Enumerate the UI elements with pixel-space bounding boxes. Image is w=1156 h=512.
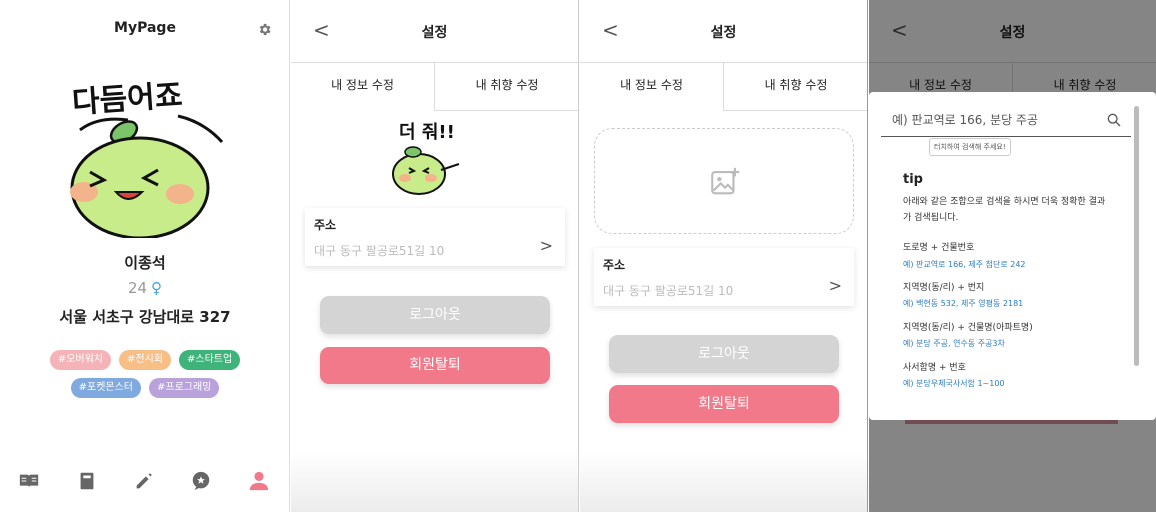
settings-tabs: 내 정보 수정 내 취향 수정: [580, 62, 867, 111]
tab-edit-preference[interactable]: 내 취향 수정: [435, 63, 578, 111]
image-upload-area[interactable]: [594, 128, 854, 234]
scrollbar-thumb[interactable]: [1134, 106, 1139, 366]
address-value: 대구 동구 팔공로51길 10: [603, 284, 734, 298]
search-icon[interactable]: [1106, 112, 1122, 128]
tip-row-example: 예) 판교역로 166, 제주 첨단로 242: [903, 260, 1026, 269]
address-search-modal: 예) 판교역로 166, 분당 주공 터치하여 검색해 주세요! tip 아래와…: [869, 92, 1156, 420]
address-label: 주소: [603, 258, 626, 272]
bottom-nav: [0, 470, 289, 492]
address-row[interactable]: 주소 대구 동구 팔공로51길 10 >: [594, 248, 854, 306]
address-row[interactable]: 주소 대구 동구 팔공로51길 10 >: [305, 208, 565, 266]
page-title: 설정: [421, 25, 448, 41]
chat-icon[interactable]: [190, 470, 212, 492]
age-value: 24: [127, 279, 148, 297]
user-address: 서울 서초구 강남대로 327: [59, 308, 231, 326]
person-icon[interactable]: [248, 470, 270, 492]
settings-tabs: 내 정보 수정 내 취향 수정: [291, 62, 578, 111]
settings-screen-empty: < 설정 내 정보 수정 내 취향 수정 주소 대구 동구 팔공로51길 10 …: [580, 0, 868, 512]
tip-row-example: 예) 분당우체국사서함 1~100: [903, 379, 1005, 388]
settings-screen-sticker: < 설정 내 정보 수정 내 취향 수정 더 줘!! 주소 대구 동구 팔공로5…: [291, 0, 579, 512]
chevron-right-icon: >: [539, 236, 553, 255]
female-icon: ♀: [151, 279, 163, 297]
search-input[interactable]: 예) 판교역로 166, 분당 주공: [892, 111, 1038, 128]
logout-button[interactable]: 로그아웃: [609, 335, 839, 373]
bottom-fade: [580, 452, 867, 512]
tip-row-heading: 사서함명 + 번호: [903, 363, 966, 373]
mypage-screen: MyPage 다듬어죠 이종석 24 ♀ 서울 서초구 강남대로 327 #오버…: [0, 0, 290, 512]
tab-edit-info[interactable]: 내 정보 수정: [291, 63, 435, 111]
page-title: 설정: [710, 25, 737, 41]
tab-edit-info[interactable]: 내 정보 수정: [580, 63, 724, 111]
tip-row-heading: 도로명 + 건물번호: [903, 243, 975, 253]
tip-row-heading: 지역명(동/리) + 건물명(아파트명): [903, 323, 1033, 333]
tag-chip[interactable]: #포켓몬스터: [70, 378, 141, 398]
withdraw-button[interactable]: 회원탈퇴: [609, 385, 839, 423]
avatar-sticker-text: 다듬어죠: [71, 78, 184, 121]
user-age: 24 ♀: [0, 279, 289, 297]
tip-row-heading: 지역명(동/리) + 번지: [903, 283, 985, 293]
sticker-text: 더 줘!!: [399, 122, 455, 143]
add-image-icon: [708, 165, 742, 199]
tag-chip[interactable]: #전시회: [119, 350, 171, 370]
page-title: MyPage: [114, 20, 176, 36]
settings-screen-search: < 설정 내 정보 수정 내 취향 수정 예) 판교역로 166, 분당 주공 …: [869, 0, 1156, 512]
search-tooltip: 터치하여 검색해 주세요!: [929, 138, 1011, 156]
bottom-fade: [291, 452, 578, 512]
tag-chip[interactable]: #스타트업: [178, 350, 241, 370]
tab-edit-preference[interactable]: 내 취향 수정: [724, 63, 867, 111]
tag-chip[interactable]: #프로그래밍: [149, 378, 220, 398]
interest-tags: #오버워치 #전시회 #스타트업 #포켓몬스터 #프로그래밍: [30, 350, 260, 398]
book-icon[interactable]: [76, 470, 98, 492]
book-open-icon[interactable]: [18, 470, 40, 492]
logout-button[interactable]: 로그아웃: [320, 296, 550, 334]
tip-row-example: 예) 백현동 532, 제주 영평동 2181: [903, 299, 1024, 308]
search-underline: [881, 136, 1131, 137]
avatar: 다듬어죠: [60, 68, 230, 240]
tip-title: tip: [903, 172, 923, 187]
withdraw-button[interactable]: 회원탈퇴: [320, 347, 550, 384]
chevron-right-icon: >: [828, 276, 842, 295]
pencil-icon[interactable]: [133, 470, 155, 492]
address-label: 주소: [314, 218, 337, 232]
tag-chip[interactable]: #오버워치: [49, 350, 111, 370]
gear-icon[interactable]: [257, 22, 272, 37]
screens: MyPage 다듬어죠 이종석 24 ♀ 서울 서초구 강남대로 327 #오버…: [0, 0, 1156, 512]
modal-scrollbar[interactable]: [1133, 106, 1139, 406]
tip-row-example: 예) 분당 주공, 연수동 주공3차: [903, 339, 1005, 348]
tip-description: 아래와 같은 조합으로 검색을 하시면 더욱 정확한 결과가 검색됩니다.: [903, 197, 1106, 223]
user-name: 이종석: [124, 254, 166, 272]
profile-sticker-image[interactable]: 더 줘!!: [379, 116, 489, 200]
address-value: 대구 동구 팔공로51길 10: [314, 244, 445, 258]
